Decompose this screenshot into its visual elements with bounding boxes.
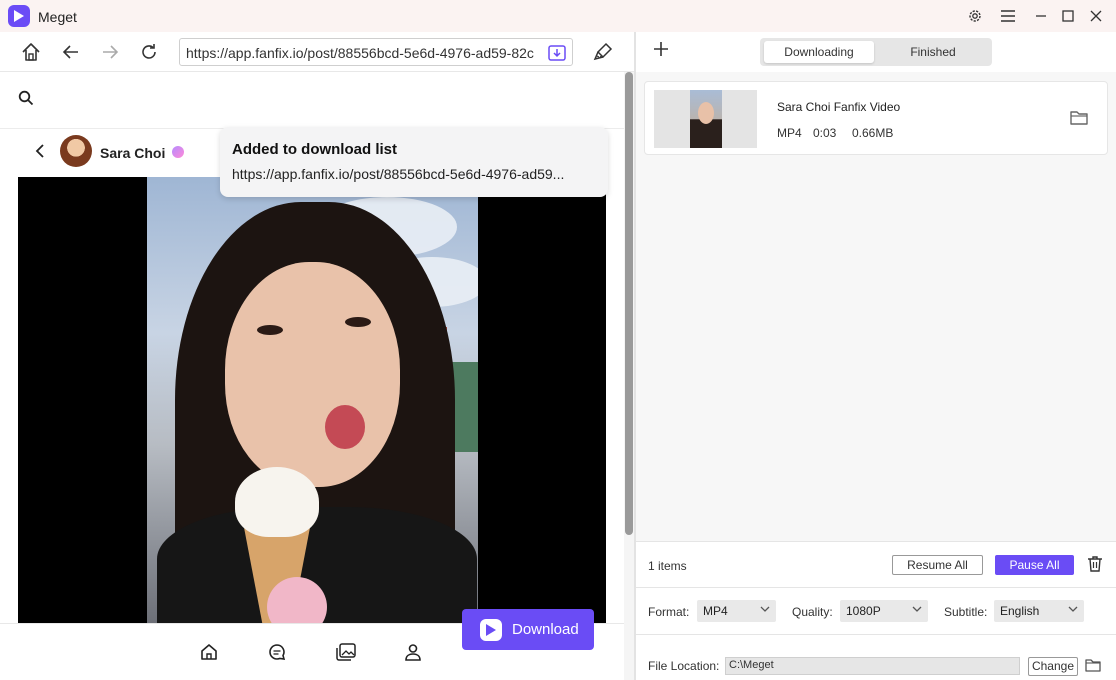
url-bar[interactable]: https://app.fanfix.io/post/88556bcd-5e6d… <box>179 38 573 66</box>
added-to-list-toast: Added to download list https://app.fanfi… <box>220 127 608 197</box>
minimize-icon[interactable] <box>1031 6 1051 26</box>
profile-name[interactable]: Sara Choi <box>100 145 165 161</box>
add-icon[interactable] <box>652 39 670 63</box>
page-scrollbar[interactable] <box>624 72 634 680</box>
toast-url: https://app.fanfix.io/post/88556bcd-5e6d… <box>232 166 565 182</box>
format-label: Format: <box>648 605 690 619</box>
url-text[interactable]: https://app.fanfix.io/post/88556bcd-5e6d… <box>186 45 540 61</box>
download-size: 0.66MB <box>852 126 894 140</box>
browser-pane: https://app.fanfix.io/post/88556bcd-5e6d… <box>0 32 634 680</box>
download-duration: 0:03 <box>813 126 837 140</box>
chevron-down-icon <box>912 604 922 617</box>
download-button-label: Download <box>512 621 579 638</box>
open-folder-icon[interactable] <box>1069 109 1089 130</box>
home-icon[interactable] <box>199 642 221 664</box>
pause-all-button[interactable]: Pause All <box>995 555 1074 575</box>
video-player[interactable] <box>18 177 606 623</box>
chat-icon[interactable] <box>267 642 289 664</box>
verified-badge-icon <box>172 146 184 158</box>
back-arrow-icon[interactable] <box>59 40 83 64</box>
download-format: MP4 <box>777 126 802 140</box>
quality-label: Quality: <box>792 605 833 619</box>
downloader-pane: Downloading Finished Sara Choi Fanfix Vi… <box>636 32 1116 680</box>
toast-title: Added to download list <box>232 141 397 158</box>
subtitle-value: English <box>1000 604 1040 618</box>
web-page: Sara Choi Added to download list https:/… <box>0 72 624 680</box>
downloader-footer: 1 items Resume All Pause All Format: MP4… <box>636 541 1116 680</box>
footer-divider <box>636 587 1116 588</box>
refresh-icon[interactable] <box>137 40 161 64</box>
quality-value: 1080P <box>846 604 881 618</box>
download-page-icon[interactable] <box>547 43 567 63</box>
trash-icon[interactable] <box>1087 555 1103 576</box>
tab-finished[interactable]: Finished <box>878 41 988 63</box>
subtitle-label: Subtitle: <box>944 605 988 619</box>
format-select[interactable]: MP4 <box>697 600 776 622</box>
title-bar: Meget <box>0 0 1116 32</box>
chevron-down-icon <box>1068 604 1078 617</box>
chevron-down-icon <box>760 604 770 617</box>
download-button[interactable]: Download <box>462 609 594 650</box>
app-logo <box>8 5 30 27</box>
scrollbar-thumb[interactable] <box>625 72 633 535</box>
gallery-icon[interactable] <box>335 642 357 664</box>
file-location-field[interactable]: C:\Meget <box>725 657 1020 675</box>
items-count: 1 items <box>648 559 687 573</box>
subtitle-select[interactable]: English <box>994 600 1084 622</box>
downloads-tab-switch: Downloading Finished <box>760 38 992 66</box>
downloader-header: Downloading Finished <box>636 32 1116 72</box>
app-title: Meget <box>38 9 77 25</box>
change-location-button[interactable]: Change <box>1028 657 1078 676</box>
download-title: Sara Choi Fanfix Video <box>777 100 901 114</box>
video-frame <box>147 177 478 623</box>
resume-all-button[interactable]: Resume All <box>892 555 983 575</box>
tab-downloading[interactable]: Downloading <box>764 41 874 63</box>
maximize-icon[interactable] <box>1058 6 1078 26</box>
video-thumbnail <box>654 90 757 148</box>
format-value: MP4 <box>703 604 728 618</box>
user-icon[interactable] <box>403 642 425 664</box>
file-location-label: File Location: <box>648 659 720 673</box>
meget-logo-icon <box>480 618 502 641</box>
footer-divider <box>636 634 1116 635</box>
search-icon[interactable] <box>18 90 34 109</box>
home-icon[interactable] <box>19 40 43 64</box>
avatar[interactable] <box>60 135 92 167</box>
quality-select[interactable]: 1080P <box>840 600 928 622</box>
page-header <box>0 72 624 129</box>
close-icon[interactable] <box>1086 6 1106 26</box>
gear-icon[interactable] <box>965 6 985 26</box>
folder-icon[interactable] <box>1085 658 1101 675</box>
hamburger-icon[interactable] <box>998 6 1018 26</box>
forward-arrow-icon[interactable] <box>98 40 122 64</box>
browser-navbar: https://app.fanfix.io/post/88556bcd-5e6d… <box>0 32 634 72</box>
clear-brush-icon[interactable] <box>591 40 615 64</box>
chevron-left-icon[interactable] <box>35 143 45 164</box>
download-item[interactable]: Sara Choi Fanfix Video MP4 0:03 0.66MB <box>644 81 1108 155</box>
